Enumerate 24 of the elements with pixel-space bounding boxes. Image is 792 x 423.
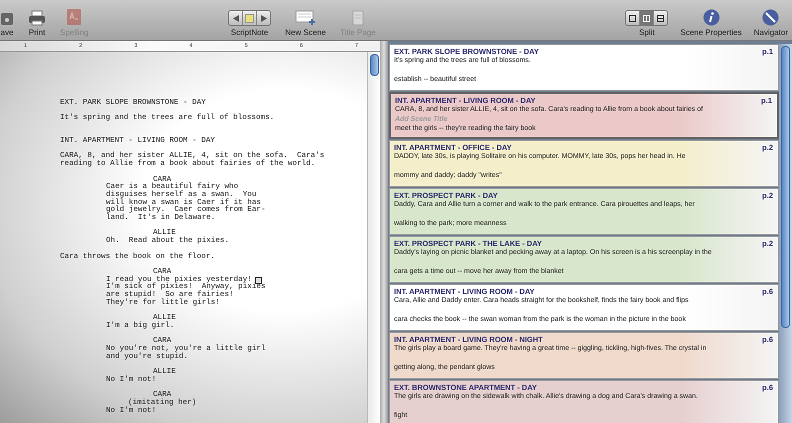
printer-icon <box>28 10 46 26</box>
note-icon <box>245 14 254 22</box>
info-tool-button[interactable]: Scene Properties <box>680 9 742 37</box>
scriptnote-tool-button[interactable]: ScriptNote <box>228 10 272 37</box>
scriptnote-navigator[interactable] <box>228 10 272 26</box>
scene-card[interactable] <box>389 284 779 331</box>
scene-card[interactable] <box>389 92 779 139</box>
save-tool-button[interactable]: ave <box>0 12 14 37</box>
compass-icon <box>762 9 780 26</box>
layout-icon <box>657 14 664 22</box>
book-icon <box>66 8 82 26</box>
print-tool-button[interactable]: Print <box>28 10 46 37</box>
newscene-tool-button[interactable]: New Scene <box>285 10 326 37</box>
new-page-icon <box>294 10 317 26</box>
left-triangle-icon <box>232 14 239 22</box>
page-icon <box>352 10 364 26</box>
scroll-thumb[interactable] <box>781 46 790 328</box>
navigator-tool-button[interactable]: Navigator <box>754 9 788 37</box>
layout-icon <box>643 14 650 22</box>
note-marker-icon[interactable] <box>254 277 262 284</box>
layout-icon <box>629 14 636 22</box>
info-icon <box>702 9 720 26</box>
right-triangle-icon <box>260 14 267 22</box>
scroll-thumb[interactable] <box>370 54 378 76</box>
